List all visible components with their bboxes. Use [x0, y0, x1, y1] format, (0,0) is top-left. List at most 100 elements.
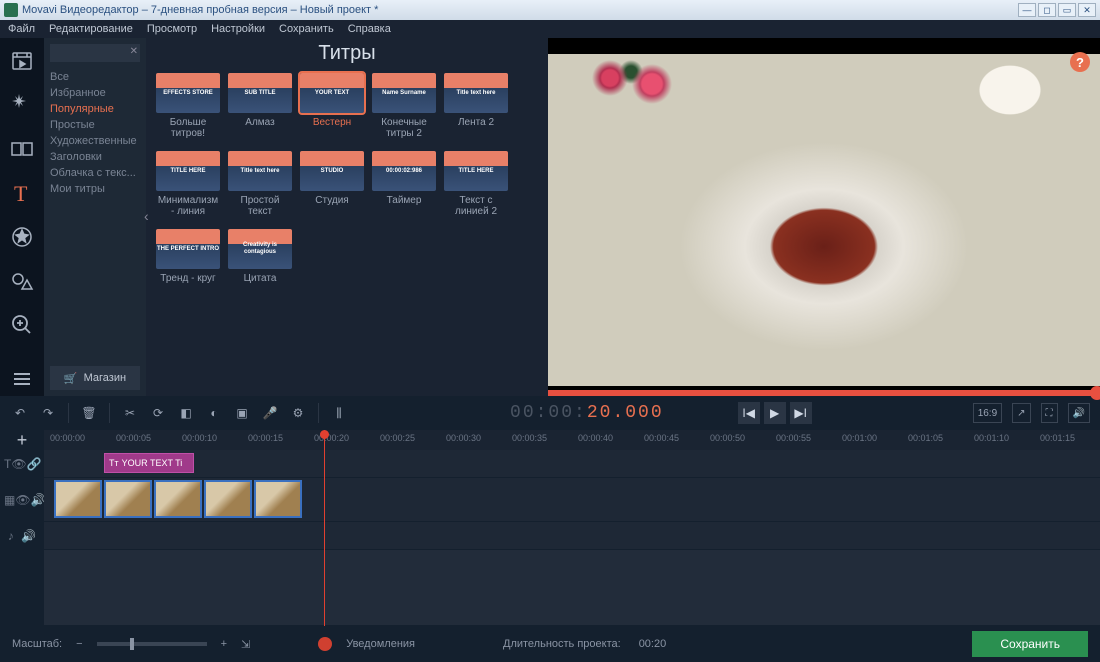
next-frame-button[interactable]: ▶І: [790, 402, 812, 424]
video-clip[interactable]: [204, 480, 252, 518]
menu-настройки[interactable]: Настройки: [211, 23, 265, 35]
zoom-label: Масштаб:: [12, 638, 62, 650]
maximize2-button[interactable]: ▭: [1058, 3, 1076, 17]
play-button[interactable]: ▶: [764, 402, 786, 424]
zoom-in-button[interactable]: +: [221, 638, 227, 650]
import-media-tool[interactable]: [4, 44, 40, 78]
title-thumb[interactable]: Title text hereЛента 2: [444, 73, 508, 139]
thumb-preview: EFFECTS STORE: [156, 73, 220, 113]
crop-button[interactable]: ◧: [176, 403, 196, 423]
speaker-icon[interactable]: 🔊: [21, 529, 36, 543]
store-button[interactable]: 🛒 Магазин: [50, 366, 140, 390]
title-thumb[interactable]: TITLE HEREТекст с линией 2: [444, 151, 508, 217]
delete-button[interactable]: 🗑: [79, 403, 99, 423]
category-list: Все Избранное Популярные Простые Художествен…: [50, 70, 140, 196]
preview-image[interactable]: [548, 54, 1100, 386]
video-clip[interactable]: [104, 480, 152, 518]
notification-icon[interactable]: [318, 637, 332, 651]
app-icon: [4, 3, 18, 17]
close-window-button[interactable]: ✕: [1078, 3, 1096, 17]
title-thumb[interactable]: SUB TITLEАлмаз: [228, 73, 292, 139]
zoom-slider[interactable]: [97, 642, 207, 646]
undo-button[interactable]: ↶: [10, 403, 30, 423]
maximize-button[interactable]: ◻: [1038, 3, 1056, 17]
title-thumb[interactable]: THE PERFECT INTROТренд - круг: [156, 229, 220, 284]
menu-редактирование[interactable]: Редактирование: [49, 23, 133, 35]
thumb-preview: Creativity is contagious: [228, 229, 292, 269]
shapes-tool[interactable]: [4, 264, 40, 298]
help-button[interactable]: ?: [1070, 52, 1090, 72]
empty-track-area[interactable]: [44, 550, 1100, 626]
minimize-button[interactable]: —: [1018, 3, 1036, 17]
category-item[interactable]: Мои титры: [50, 182, 140, 196]
category-item[interactable]: Заголовки: [50, 150, 140, 164]
color-adjust-button[interactable]: ◐: [204, 403, 224, 423]
detach-preview-button[interactable]: ↗: [1012, 403, 1030, 423]
video-clip[interactable]: [54, 480, 102, 518]
collapse-sidepanel-icon[interactable]: ‹: [144, 208, 149, 224]
eye-icon[interactable]: 👁: [11, 457, 26, 471]
category-item[interactable]: Облачка с текс...: [50, 166, 140, 180]
category-sidepanel: ✕ Все Избранное Популярные Простые Художеств…: [44, 38, 146, 396]
notifications-label[interactable]: Уведомления: [346, 638, 415, 650]
fullscreen-button[interactable]: ⛶: [1041, 403, 1058, 423]
video-clip[interactable]: [254, 480, 302, 518]
title-thumb[interactable]: STUDIOСтудия: [300, 151, 364, 217]
transitions-tool[interactable]: [4, 132, 40, 166]
menu-файл[interactable]: Файл: [8, 23, 35, 35]
prev-frame-button[interactable]: І◀: [738, 402, 760, 424]
video-track[interactable]: [44, 478, 1100, 522]
category-item[interactable]: Художественные: [50, 134, 140, 148]
timeline-body[interactable]: 00:00:0000:00:0500:00:1000:00:1500:00:20…: [44, 430, 1100, 626]
stickers-tool[interactable]: [4, 220, 40, 254]
audio-track-header[interactable]: ♪🔊: [0, 522, 44, 550]
menu-просмотр[interactable]: Просмотр: [147, 23, 197, 35]
menu-справка[interactable]: Справка: [348, 23, 391, 35]
search-input[interactable]: [50, 44, 140, 62]
record-audio-button[interactable]: 🎤: [260, 403, 280, 423]
volume-button[interactable]: 🔊: [1068, 403, 1090, 423]
category-item[interactable]: Популярные: [50, 102, 140, 116]
fit-zoom-button[interactable]: ⇲: [241, 638, 250, 651]
more-tools[interactable]: [4, 362, 40, 396]
playhead[interactable]: [324, 430, 325, 626]
title-track[interactable]: Tᴛ YOUR TEXT Ti: [44, 450, 1100, 478]
redo-button[interactable]: ↷: [38, 403, 58, 423]
title-thumb[interactable]: Title text hereПростой текст: [228, 151, 292, 217]
save-button[interactable]: Сохранить: [972, 631, 1088, 657]
title-clip[interactable]: Tᴛ YOUR TEXT Ti: [104, 453, 194, 473]
time-ruler[interactable]: 00:00:0000:00:0500:00:1000:00:1500:00:20…: [44, 430, 1100, 450]
link-icon[interactable]: 🔗: [27, 457, 42, 471]
title-thumb[interactable]: Creativity is contagiousЦитата: [228, 229, 292, 284]
title-thumb[interactable]: EFFECTS STOREБольше титров!: [156, 73, 220, 139]
filters-tool[interactable]: [4, 88, 40, 122]
zoom-tool[interactable]: [4, 308, 40, 342]
clear-search-icon[interactable]: ✕: [130, 46, 138, 57]
eye-icon[interactable]: 👁: [15, 493, 30, 507]
title-thumb[interactable]: YOUR TEXTВестерн: [300, 73, 364, 139]
category-item[interactable]: Простые: [50, 118, 140, 132]
preview-scrubber[interactable]: [548, 390, 1100, 396]
clip-props-button[interactable]: ▣: [232, 403, 252, 423]
video-track-header[interactable]: ▦👁🔊: [0, 478, 44, 522]
thumb-preview: 00:00:02:986: [372, 151, 436, 191]
add-track-button[interactable]: +: [0, 430, 44, 450]
titles-tool[interactable]: T: [4, 176, 40, 210]
title-thumb[interactable]: Name SurnameКонечные титры 2: [372, 73, 436, 139]
scrubber-knob[interactable]: [1090, 386, 1100, 400]
audio-track[interactable]: [44, 522, 1100, 550]
video-clip[interactable]: [154, 480, 202, 518]
title-thumb[interactable]: TITLE HEREМинимализм - линия: [156, 151, 220, 217]
equalizer-button[interactable]: ⫼: [329, 403, 349, 423]
cut-button[interactable]: ✂: [120, 403, 140, 423]
title-track-header[interactable]: T👁🔗: [0, 450, 44, 478]
aspect-ratio-button[interactable]: 16:9: [973, 403, 1002, 423]
rotate-button[interactable]: ⟳: [148, 403, 168, 423]
menu-сохранить[interactable]: Сохранить: [279, 23, 334, 35]
zoom-out-button[interactable]: −: [76, 638, 82, 650]
title-thumb[interactable]: 00:00:02:986Таймер: [372, 151, 436, 217]
settings-gear-button[interactable]: ⚙: [288, 403, 308, 423]
category-item[interactable]: Избранное: [50, 86, 140, 100]
ruler-tick: 00:00:50: [710, 433, 745, 443]
category-item[interactable]: Все: [50, 70, 140, 84]
